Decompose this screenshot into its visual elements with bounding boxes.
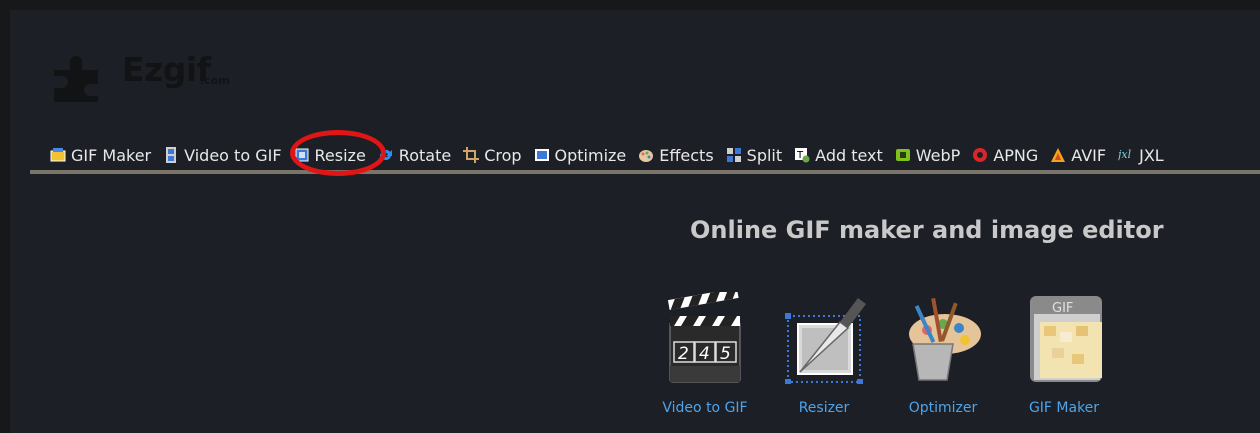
nav-label: WebP	[915, 145, 961, 165]
logo-suffix: .com	[200, 74, 230, 87]
resizer-icon	[785, 298, 866, 384]
clapper-digit: 2	[678, 344, 689, 364]
tool-gif-maker[interactable]: GIF GIF Maker	[1009, 292, 1119, 416]
apng-icon	[972, 147, 988, 163]
nav-split[interactable]: Split	[726, 142, 782, 168]
gif-maker-icon	[50, 147, 66, 163]
nav-video-to-gif[interactable]: Video to GIF	[163, 142, 282, 168]
puzzle-logo-icon	[54, 56, 98, 102]
page-headline: Online GIF maker and image editor	[690, 216, 1164, 244]
nav-label: Rotate	[398, 145, 452, 165]
nav-label: Add text	[815, 145, 883, 165]
nav-optimize[interactable]: Optimize	[534, 142, 627, 168]
nav-jxl[interactable]: jxl JXL	[1115, 142, 1164, 168]
tool-video-to-gif[interactable]: 2 4 5 Video to GIF	[650, 292, 760, 416]
nav-label: AVIF	[1071, 145, 1107, 165]
nav-crop[interactable]: Crop	[463, 142, 522, 168]
nav-label: JXL	[1139, 145, 1164, 165]
nav-rotate[interactable]: Rotate	[378, 142, 451, 168]
add-text-icon: T	[794, 147, 810, 163]
tool-label: GIF Maker	[1028, 400, 1100, 416]
site-logo[interactable]: Ezgif .com	[50, 50, 270, 102]
nav-apng[interactable]: APNG	[972, 142, 1038, 168]
crop-icon	[463, 147, 480, 163]
split-icon	[726, 147, 742, 163]
nav-label: APNG	[993, 145, 1039, 165]
nav-label: Crop	[484, 145, 522, 165]
browser-top-strip	[0, 0, 1260, 10]
tool-label: Video to GIF	[662, 400, 748, 416]
clapper-digit: 4	[699, 344, 710, 364]
jxl-icon: jxl	[1115, 147, 1134, 163]
nav-label: Effects	[659, 145, 714, 165]
nav-avif[interactable]: AVIF	[1050, 142, 1106, 168]
tool-optimizer[interactable]: Optimizer	[888, 292, 998, 416]
nav-webp[interactable]: WebP	[895, 142, 961, 168]
nav-label: Optimize	[554, 145, 627, 165]
clapperboard-icon: 2 4 5	[667, 292, 741, 383]
film-icon	[163, 147, 179, 163]
browser-left-strip	[0, 10, 10, 433]
tool-label: Optimizer	[908, 400, 978, 416]
tool-label: Resizer	[798, 400, 850, 416]
nav-gif-maker[interactable]: GIF Maker	[50, 142, 151, 168]
gif-file-icon: GIF	[1030, 296, 1102, 382]
palette-icon	[638, 147, 654, 163]
gif-badge: GIF	[1052, 301, 1073, 316]
nav-label: Video to GIF	[184, 145, 282, 165]
tool-resizer[interactable]: Resizer	[769, 292, 879, 416]
nav-label: Split	[746, 145, 783, 165]
nav-label: GIF Maker	[71, 145, 152, 165]
avif-icon	[1050, 147, 1066, 163]
webp-icon	[895, 147, 911, 163]
svg-text:jxl: jxl	[1118, 148, 1132, 161]
highlight-circle	[290, 130, 386, 176]
main-nav: GIF Maker Video to GIF Resize Rotate Cro…	[30, 140, 1260, 174]
paint-bucket-icon	[909, 297, 981, 381]
nav-add-text[interactable]: T Add text	[794, 142, 883, 168]
optimize-icon	[534, 147, 550, 163]
nav-effects[interactable]: Effects	[638, 142, 714, 168]
clapper-digit: 5	[720, 344, 731, 364]
logo-text: Ezgif	[122, 50, 211, 89]
